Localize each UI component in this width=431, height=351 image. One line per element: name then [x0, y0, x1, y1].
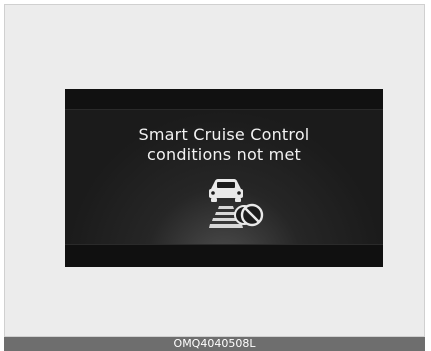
message-line-2: conditions not met	[147, 145, 301, 164]
figure-code-caption: OMQ4040508L	[4, 337, 425, 351]
smart-cruise-control-unavailable-icon	[209, 179, 264, 228]
message-line-1: Smart Cruise Control	[138, 125, 310, 144]
cluster-display: Smart Cruise Control conditions not met	[65, 89, 383, 267]
display-bottom-band	[65, 244, 383, 267]
display-top-band	[65, 89, 383, 110]
illustration-frame: Smart Cruise Control conditions not met	[4, 4, 425, 337]
